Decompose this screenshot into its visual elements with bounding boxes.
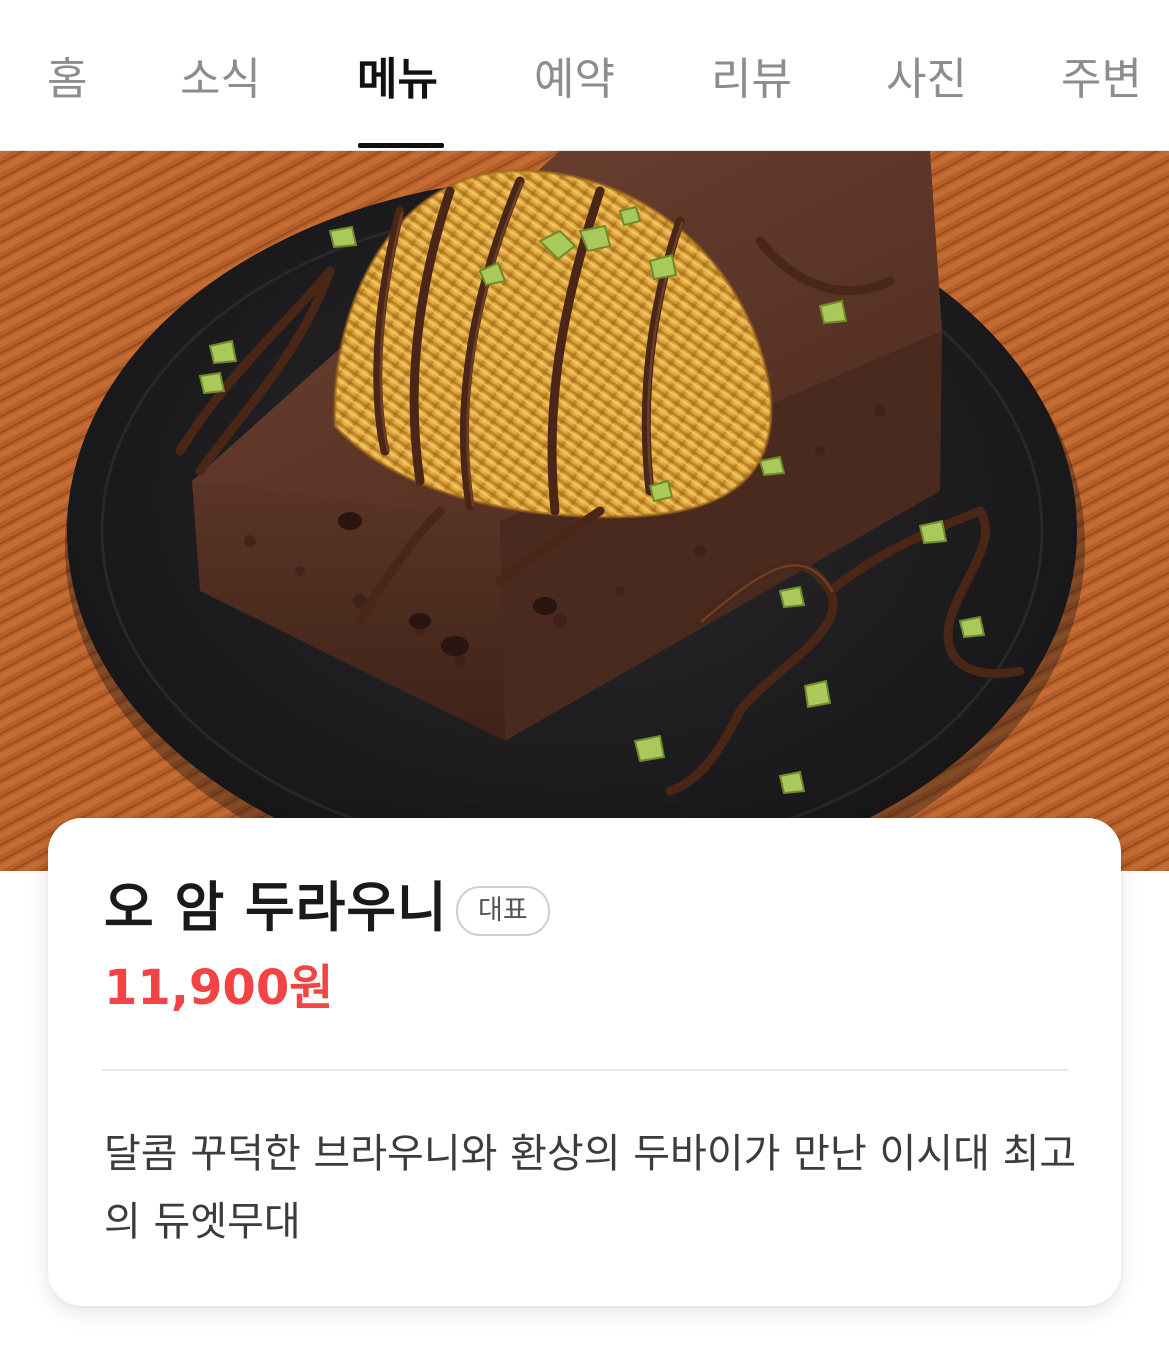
tab-photos[interactable]: 사진 (886, 50, 967, 110)
tab-nearby[interactable]: 주변 (1061, 50, 1142, 110)
tab-bar: 홈 소식 메뉴 예약 리뷰 사진 주변 (0, 0, 1169, 151)
menu-item-name: 오 암 두라우니 (104, 876, 448, 939)
active-tab-indicator (358, 143, 444, 148)
tab-reviews[interactable]: 리뷰 (711, 50, 792, 110)
menu-item-card[interactable]: 오 암 두라우니 대표 11,900원 달콤 꾸덕한 브라우니와 환상의 두바이… (48, 818, 1121, 1306)
tab-reservation[interactable]: 예약 (534, 50, 615, 110)
signature-badge: 대표 (456, 886, 550, 936)
divider (102, 1069, 1068, 1071)
menu-photo[interactable] (0, 151, 1169, 871)
menu-item-description: 달콤 꾸덕한 브라우니와 환상의 두바이가 만난 이시대 최고의 듀엣무대 (104, 1131, 1077, 1245)
brownie-illustration (0, 151, 1169, 871)
tab-news[interactable]: 소식 (180, 50, 261, 110)
tab-menu[interactable]: 메뉴 (357, 50, 438, 110)
menu-item-price: 11,900원 (104, 960, 334, 1016)
tab-home[interactable]: 홈 (47, 50, 87, 110)
